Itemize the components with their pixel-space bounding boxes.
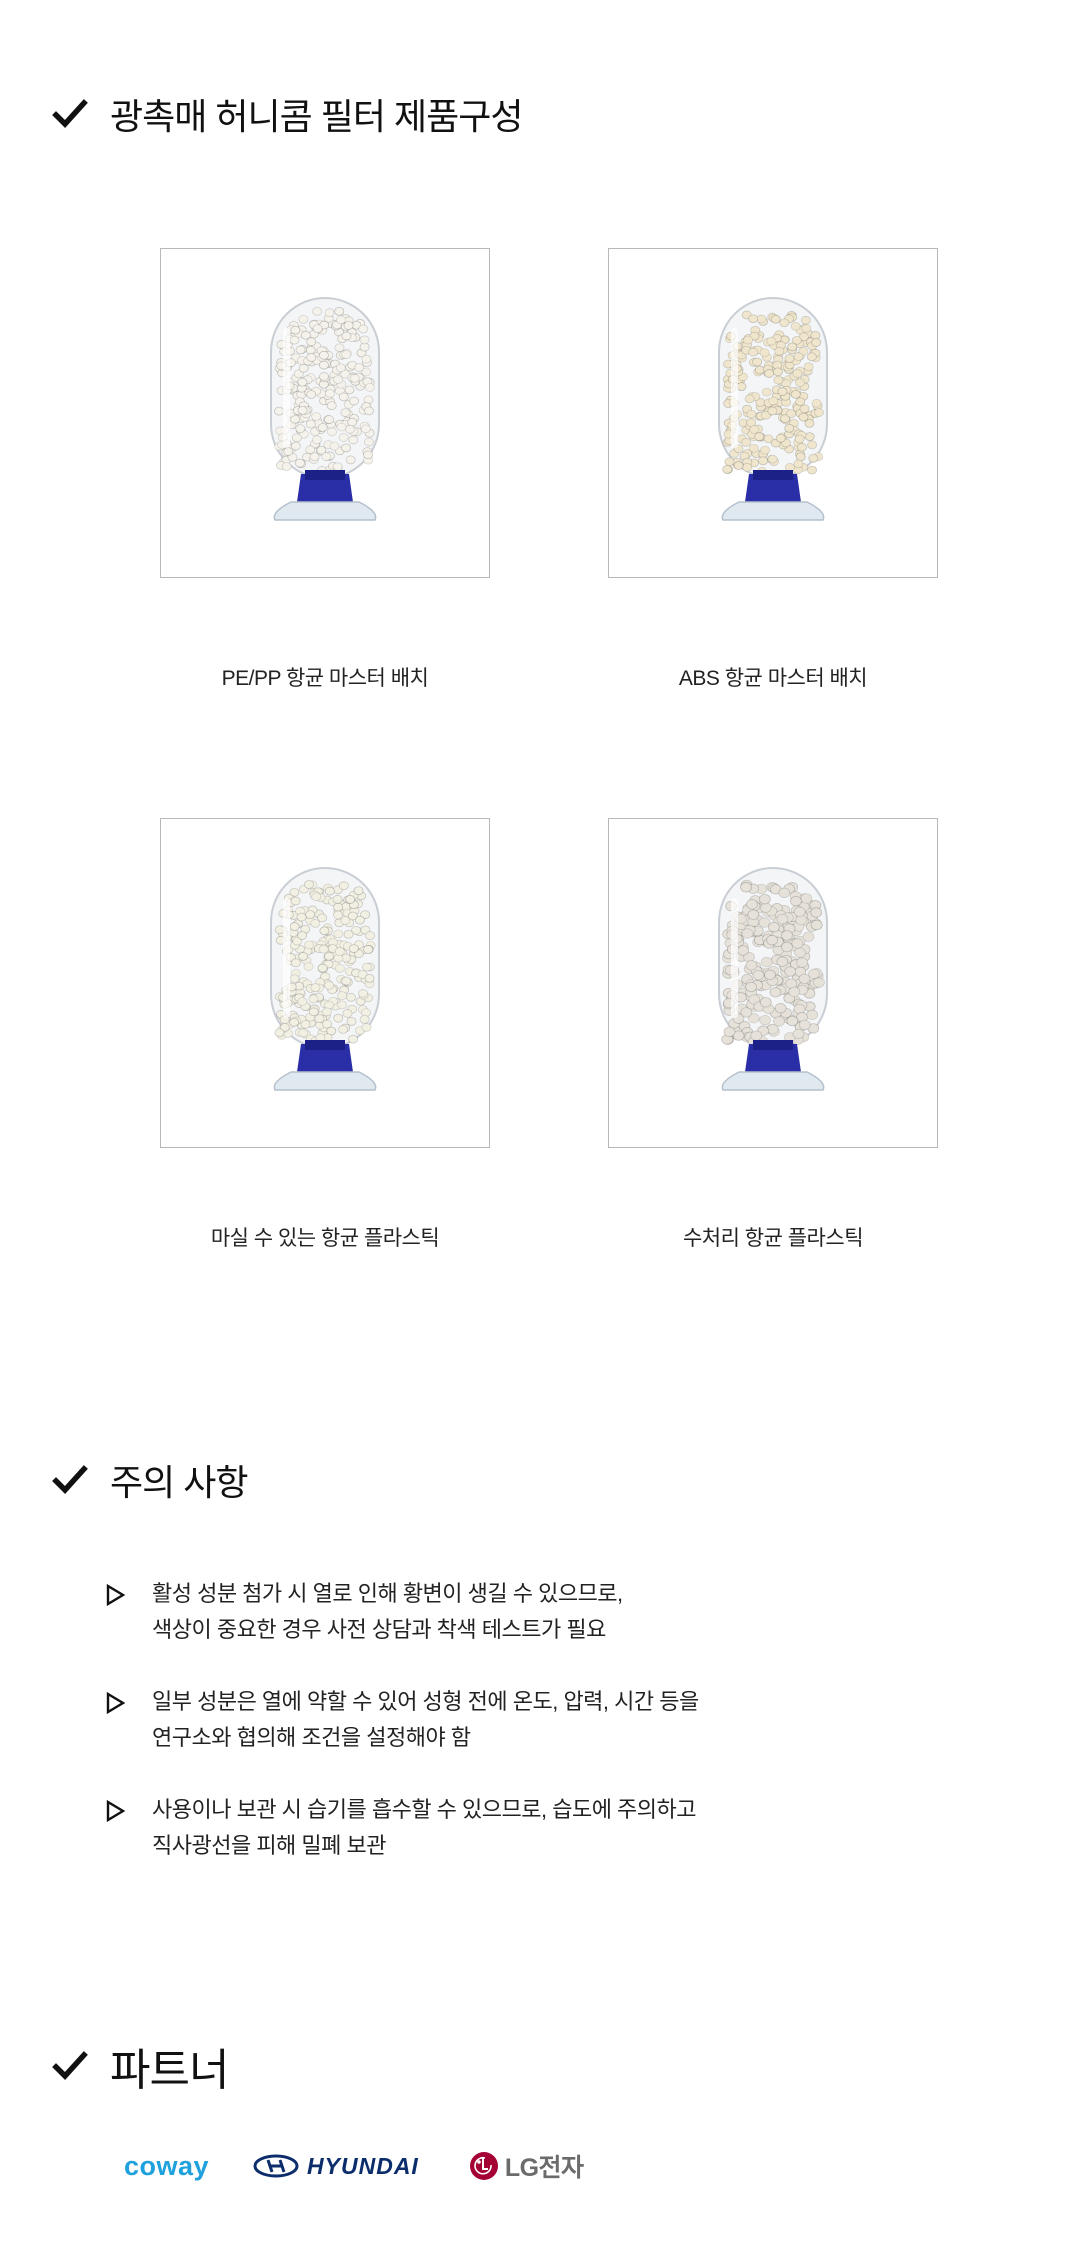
hyundai-logo: HYUNDAI xyxy=(253,2153,419,2180)
lg-face-icon xyxy=(469,2152,498,2180)
hyundai-wordmark: HYUNDAI xyxy=(307,2152,419,2179)
composition-section-header: 광촉매 허니콤 필터 제품구성 xyxy=(52,88,523,140)
notice-item: 사용이나 보관 시 습기를 흡수할 수 있으므로, 습도에 주의하고 직사광선을… xyxy=(104,1792,697,1864)
product-caption: 수처리 항균 플라스틱 xyxy=(682,1227,864,1250)
product-image-water-treatment xyxy=(608,818,938,1148)
triangle-bullet-icon xyxy=(106,1800,126,1822)
section-title: 주의 사항 xyxy=(110,1462,248,1503)
section-title: 파트너 xyxy=(110,2046,229,2095)
notice-line: 직사광선을 피해 밀폐 보관 xyxy=(152,1833,386,1858)
notice-text: 활성 성분 첨가 시 열로 인해 황변이 생길 수 있으므로, 색상이 중요한 … xyxy=(152,1576,623,1648)
pellet-jar-image xyxy=(270,867,380,1091)
notice-line: 색상이 중요한 경우 사전 상담과 착색 테스트가 필요 xyxy=(152,1617,606,1642)
notice-text: 일부 성분은 열에 약할 수 있어 성형 전에 온도, 압력, 시간 등을 연구… xyxy=(152,1684,699,1756)
partner-section-header: 파트너 xyxy=(52,2034,229,2098)
product-caption: ABS 항균 마스터 배치 xyxy=(678,667,868,690)
pellet-jar-image xyxy=(270,297,380,521)
triangle-bullet-icon xyxy=(106,1692,126,1714)
checkmark-icon xyxy=(52,99,88,128)
product-caption: 마실 수 있는 항균 플라스틱 xyxy=(210,1227,440,1250)
checkmark-icon xyxy=(52,1465,88,1494)
notice-section-header: 주의 사항 xyxy=(52,1454,248,1506)
product-image-pe-pp xyxy=(160,248,490,578)
coway-wordmark: coway xyxy=(124,2150,210,2181)
notice-item: 일부 성분은 열에 약할 수 있어 성형 전에 온도, 압력, 시간 등을 연구… xyxy=(104,1684,699,1756)
notice-line: 활성 성분 첨가 시 열로 인해 황변이 생길 수 있으므로, xyxy=(152,1581,623,1606)
notice-line: 연구소와 협의해 조건을 설정해야 함 xyxy=(152,1725,471,1750)
pellet-jar-image xyxy=(718,867,828,1091)
notice-text: 사용이나 보관 시 습기를 흡수할 수 있으므로, 습도에 주의하고 직사광선을… xyxy=(152,1792,697,1864)
lg-logo: LG전자 xyxy=(469,2148,584,2184)
coway-logo: coway xyxy=(124,2151,209,2182)
product-image-abs xyxy=(608,248,938,578)
checkmark-icon xyxy=(52,2051,88,2080)
hyundai-emblem-icon xyxy=(253,2154,299,2178)
lg-wordmark: LG전자 xyxy=(504,2154,584,2182)
section-title: 광촉매 허니콤 필터 제품구성 xyxy=(110,96,523,137)
triangle-bullet-icon xyxy=(106,1584,126,1606)
partner-logos: coway HYUNDAI LG전자 xyxy=(124,2148,584,2184)
product-caption: PE/PP 항균 마스터 배치 xyxy=(221,667,429,690)
pellet-jar-image xyxy=(718,297,828,521)
product-image-drinkable xyxy=(160,818,490,1148)
notice-item: 활성 성분 첨가 시 열로 인해 황변이 생길 수 있으므로, 색상이 중요한 … xyxy=(104,1576,623,1648)
notice-line: 일부 성분은 열에 약할 수 있어 성형 전에 온도, 압력, 시간 등을 xyxy=(152,1689,699,1714)
notice-line: 사용이나 보관 시 습기를 흡수할 수 있으므로, 습도에 주의하고 xyxy=(152,1797,697,1822)
